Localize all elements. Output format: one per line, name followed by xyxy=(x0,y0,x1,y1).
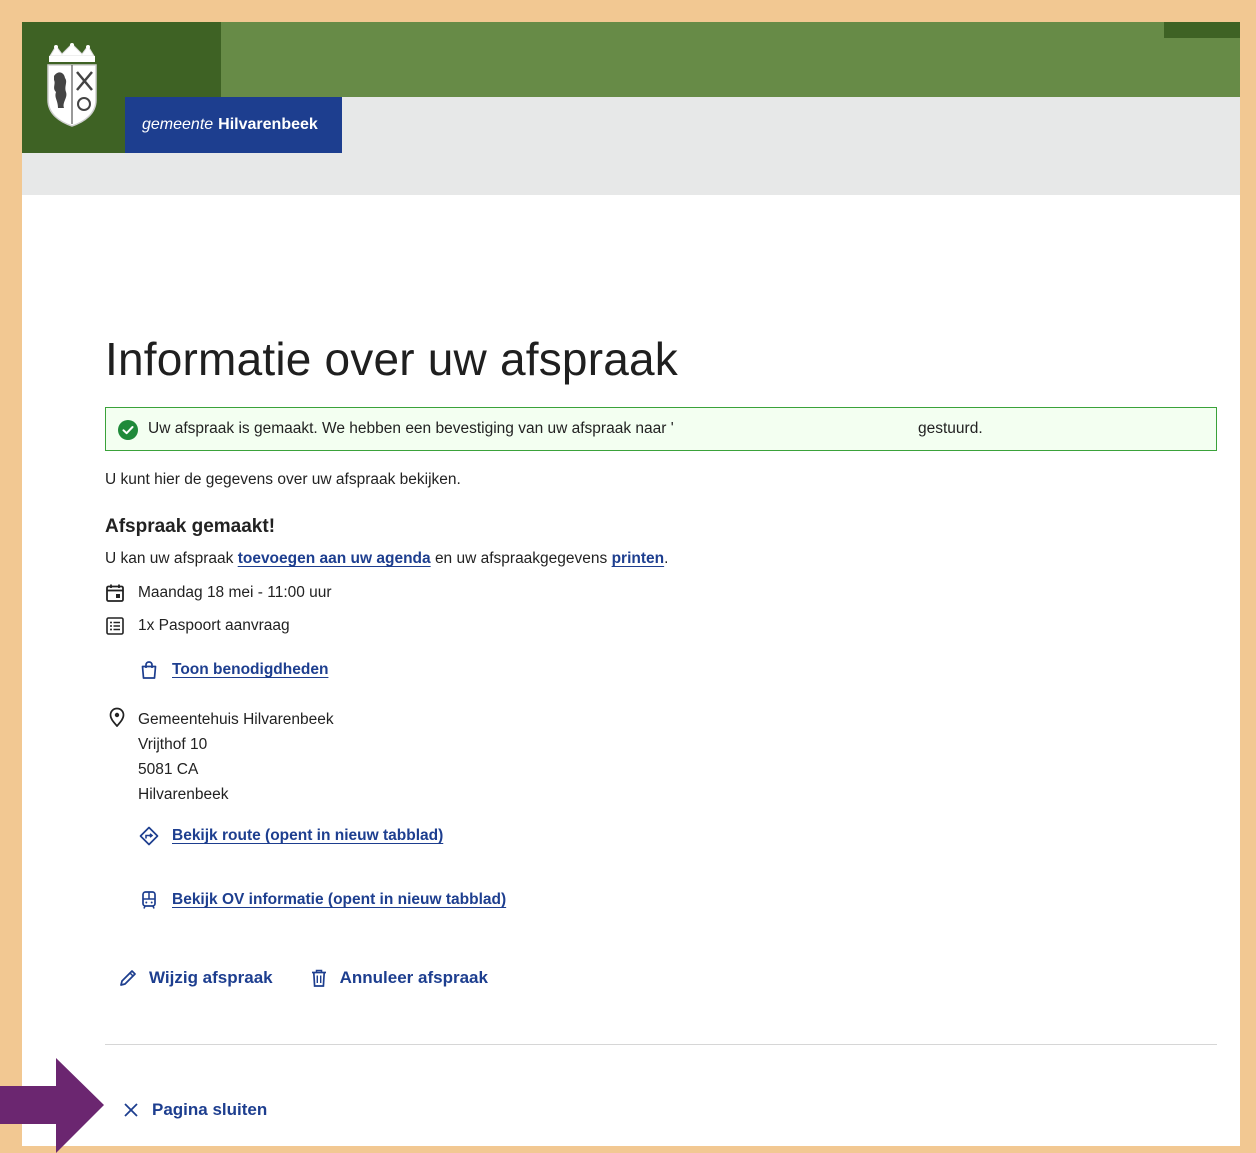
close-page-button[interactable]: Pagina sluiten xyxy=(123,1100,267,1120)
public-transport-row[interactable]: Bekijk OV informatie (opent in nieuw tab… xyxy=(139,890,506,910)
close-icon xyxy=(124,1103,138,1117)
location-pin-icon xyxy=(109,707,125,727)
agenda-text-after: . xyxy=(664,550,669,567)
show-requirements-link[interactable]: Toon benodigdheden xyxy=(172,661,328,679)
route-sign-icon xyxy=(139,826,159,846)
location-city: Hilvarenbeek xyxy=(138,786,229,803)
appointment-date: Maandag 18 mei - 11:00 uur xyxy=(138,584,332,601)
location-name: Gemeentehuis Hilvarenbeek xyxy=(138,711,334,728)
location-street: Vrijthof 10 xyxy=(138,736,208,753)
check-circle-icon xyxy=(118,420,138,440)
address-lines: Gemeentehuis Hilvarenbeek Vrijthof 10 50… xyxy=(138,707,334,807)
cancel-appointment-button[interactable]: Annuleer afspraak xyxy=(309,968,488,988)
add-to-agenda-link[interactable]: toevoegen aan uw agenda xyxy=(238,550,431,567)
appointment-subtitle: Afspraak gemaakt! xyxy=(105,516,276,537)
close-page-label: Pagina sluiten xyxy=(152,1100,268,1119)
agenda-text-before: U kan uw afspraak xyxy=(105,550,234,567)
divider xyxy=(105,1044,1217,1045)
calendar-icon xyxy=(106,584,124,602)
edit-appointment-button[interactable]: Wijzig afspraak xyxy=(118,968,273,988)
public-transport-link[interactable]: Bekijk OV informatie (opent in nieuw tab… xyxy=(172,891,506,909)
page-frame: gemeente Hilvarenbeek Informatie over uw… xyxy=(22,22,1240,1146)
agenda-text-middle: en uw afspraakgegevens xyxy=(434,550,608,567)
location-postcode: 5081 CA xyxy=(138,761,199,778)
intro-text: U kunt hier de gegevens over uw afspraak… xyxy=(105,471,461,488)
success-alert: Uw afspraak is gemaakt. We hebben een be… xyxy=(105,407,1217,451)
route-link[interactable]: Bekijk route (opent in nieuw tabblad) xyxy=(172,827,443,845)
appointment-product-row: 1x Paspoort aanvraag xyxy=(105,616,290,636)
site-header: gemeente Hilvarenbeek xyxy=(22,22,1240,195)
header-accent-tab xyxy=(1164,22,1240,38)
appointment-product: 1x Paspoort aanvraag xyxy=(138,617,290,634)
page-title: Informatie over uw afspraak xyxy=(105,333,678,385)
agenda-print-text: U kan uw afspraak toevoegen aan uw agend… xyxy=(105,550,668,568)
list-icon xyxy=(106,617,124,635)
edit-appointment-label: Wijzig afspraak xyxy=(149,968,273,987)
alert-message-end: gestuurd. xyxy=(918,420,983,437)
brand-prefix: gemeente xyxy=(142,116,214,133)
shopping-bag-icon xyxy=(141,661,157,679)
show-requirements-row[interactable]: Toon benodigdheden xyxy=(139,660,328,680)
cancel-appointment-label: Annuleer afspraak xyxy=(339,968,488,987)
brand-name-tag[interactable]: gemeente Hilvarenbeek xyxy=(125,97,342,153)
bus-icon xyxy=(142,891,156,909)
route-row[interactable]: Bekijk route (opent in nieuw tabblad) xyxy=(139,826,443,846)
alert-message: Uw afspraak is gemaakt. We hebben een be… xyxy=(148,420,674,437)
coat-of-arms-icon xyxy=(47,43,97,127)
trash-icon xyxy=(311,969,326,987)
brand-name: Hilvarenbeek xyxy=(218,116,318,133)
appointment-actions: Wijzig afspraak Annuleer afspraak xyxy=(118,968,524,988)
print-link[interactable]: printen xyxy=(612,550,665,567)
annotation-arrow-icon xyxy=(0,1058,104,1153)
pencil-icon xyxy=(120,970,136,986)
appointment-date-row: Maandag 18 mei - 11:00 uur xyxy=(105,583,332,603)
